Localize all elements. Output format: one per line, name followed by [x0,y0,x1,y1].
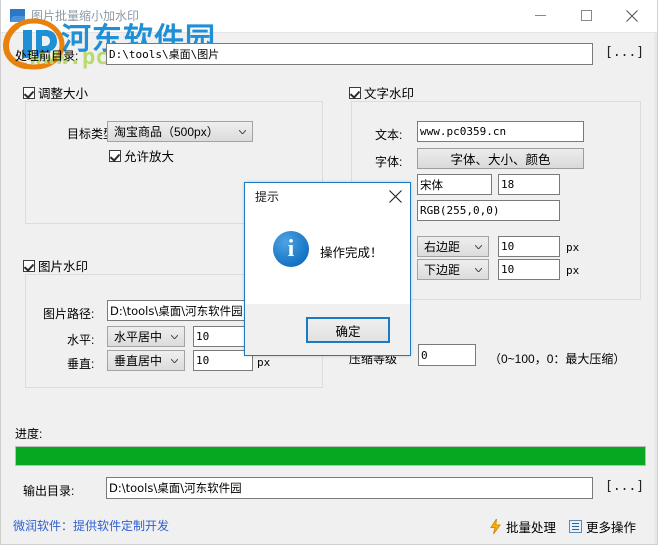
allow-enlarge-checkbox-box [109,149,121,162]
source-dir-browse-button[interactable]: [...] [605,45,644,60]
horizontal-align-select[interactable]: 水平居中 [107,326,185,347]
image-path-input[interactable]: D:\tools\桌面\河东软件园 [107,300,247,321]
text-label: 文本: [375,128,403,142]
chevron-down-icon [239,129,246,134]
text-watermark-checkbox[interactable]: 文字水印 [349,83,414,102]
dialog-title: 提示 [255,190,280,204]
chevron-down-icon [475,244,482,249]
text-watermark-checkbox-box [349,86,361,99]
output-dir-label: 输出目录: [23,484,75,498]
image-path-label: 图片路径: [43,307,95,321]
vertical-offset-unit: px [257,356,271,369]
chevron-down-icon [171,358,178,363]
progress-bar-fill [16,447,645,465]
text-watermark-checkbox-label: 文字水印 [364,87,415,101]
right-margin-input[interactable]: 10 [498,236,560,257]
app-window: 图片批量缩小加水印 河东软件园 www.pc0359.cn 处理前目录: D:\… [0,0,658,545]
dialog-footer: 确定 [245,304,410,355]
source-dir-input[interactable]: D:\tools\桌面\图片 [106,43,593,65]
vertical-align-value: 垂直居中 [114,354,163,368]
progress-label: 进度: [15,427,43,441]
bottom-margin-input[interactable]: 10 [498,259,560,280]
font-size-input[interactable]: 18 [498,174,560,195]
chevron-down-icon [171,334,178,339]
image-watermark-checkbox-box [23,259,35,272]
bottom-margin-select[interactable]: 下边距 [417,259,489,280]
allow-enlarge-label: 允许放大 [124,150,175,164]
more-actions-button[interactable]: 更多操作 [569,517,636,536]
window-title: 图片批量缩小加水印 [31,9,140,23]
batch-process-label: 批量处理 [506,521,557,535]
target-type-value: 淘宝商品（500px） [114,125,219,139]
resize-checkbox[interactable]: 调整大小 [23,83,88,102]
right-margin-select[interactable]: 右边距 [417,236,489,257]
minimize-button[interactable] [517,0,563,31]
horizontal-align-value: 水平居中 [114,330,163,344]
desktop-background-strip [654,32,657,544]
bottom-margin-unit: px [566,264,580,277]
allow-enlarge-checkbox[interactable]: 允许放大 [109,146,174,165]
target-type-select[interactable]: 淘宝商品（500px） [107,121,253,142]
compression-input[interactable]: 0 [418,344,476,366]
app-icon [10,9,25,22]
vertical-align-select[interactable]: 垂直居中 [107,350,185,371]
dialog-close-icon[interactable] [386,187,404,205]
chevron-down-icon [475,267,482,272]
right-margin-mode: 右边距 [424,240,461,254]
more-actions-label: 更多操作 [586,521,637,535]
font-label: 字体: [375,155,403,169]
resize-checkbox-label: 调整大小 [38,87,89,101]
vertical-label: 垂直: [67,357,95,371]
output-dir-input[interactable]: D:\tools\桌面\河东软件园 [106,477,593,499]
dialog-ok-button[interactable]: 确定 [306,317,390,343]
list-icon [569,520,582,533]
lightning-icon [489,519,502,534]
compression-hint: （0~100，0：最大压缩） [489,352,626,366]
bottom-margin-mode: 下边距 [424,263,461,277]
info-icon: i [273,231,309,267]
close-button[interactable] [609,0,655,31]
prompt-dialog: 提示 i 操作完成！ 确定 [244,182,411,356]
progress-bar [15,446,646,466]
font-picker-button[interactable]: 字体、大小、颜色 [417,148,584,169]
image-watermark-checkbox[interactable]: 图片水印 [23,256,88,275]
source-dir-label: 处理前目录: [15,49,79,63]
dialog-body: i 操作完成！ [245,209,410,304]
horizontal-label: 水平: [67,333,95,347]
output-dir-browse-button[interactable]: [...] [605,479,644,494]
maximize-button[interactable] [563,0,609,31]
image-watermark-checkbox-label: 图片水印 [38,260,89,274]
right-margin-unit: px [566,241,580,254]
font-family-input[interactable]: 宋体 [417,174,492,195]
title-bar: 图片批量缩小加水印 [1,0,657,33]
resize-checkbox-box [23,86,35,99]
batch-process-button[interactable]: 批量处理 [489,517,556,536]
vendor-link[interactable]: 微润软件：提供软件定制开发 [13,517,169,534]
dialog-title-bar: 提示 [245,183,410,209]
text-watermark-input[interactable]: www.pc0359.cn [417,121,584,142]
font-color-input[interactable]: RGB(255,0,0) [417,200,560,221]
dialog-message: 操作完成！ [320,246,383,260]
